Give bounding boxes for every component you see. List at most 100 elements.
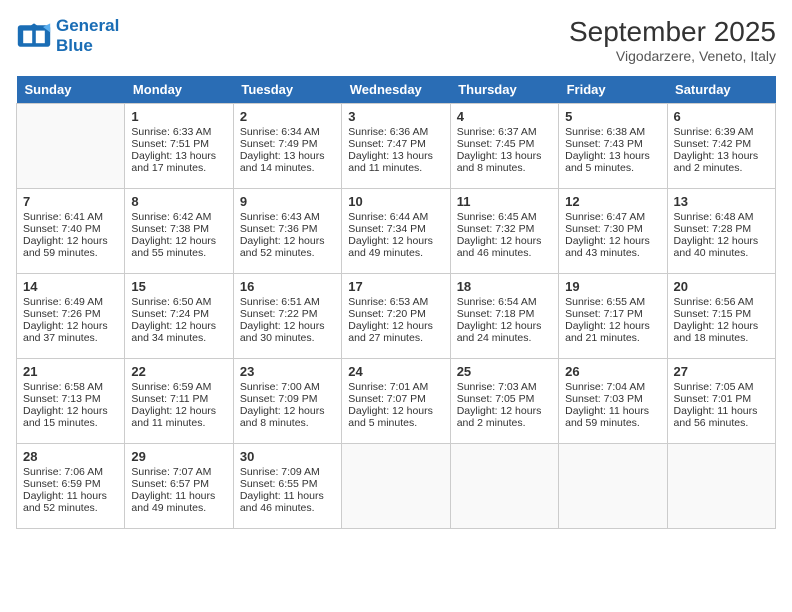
calendar-cell: 11Sunrise: 6:45 AMSunset: 7:32 PMDayligh… (450, 189, 558, 274)
day-info: and 2 minutes. (674, 162, 769, 174)
calendar-cell: 13Sunrise: 6:48 AMSunset: 7:28 PMDayligh… (667, 189, 775, 274)
day-number: 9 (240, 194, 335, 209)
week-row-4: 21Sunrise: 6:58 AMSunset: 7:13 PMDayligh… (17, 359, 776, 444)
calendar-cell: 5Sunrise: 6:38 AMSunset: 7:43 PMDaylight… (559, 104, 667, 189)
day-number: 4 (457, 109, 552, 124)
day-info: Sunrise: 6:41 AM (23, 211, 118, 223)
day-info: and 11 minutes. (131, 417, 226, 429)
day-info: Daylight: 12 hours (348, 235, 443, 247)
day-info: Sunset: 7:36 PM (240, 223, 335, 235)
week-row-3: 14Sunrise: 6:49 AMSunset: 7:26 PMDayligh… (17, 274, 776, 359)
calendar-cell: 4Sunrise: 6:37 AMSunset: 7:45 PMDaylight… (450, 104, 558, 189)
day-info: Sunrise: 6:56 AM (674, 296, 769, 308)
header-day-tuesday: Tuesday (233, 76, 341, 104)
day-number: 29 (131, 449, 226, 464)
week-row-5: 28Sunrise: 7:06 AMSunset: 6:59 PMDayligh… (17, 444, 776, 529)
day-info: and 11 minutes. (348, 162, 443, 174)
day-number: 7 (23, 194, 118, 209)
day-info: Sunset: 7:49 PM (240, 138, 335, 150)
day-info: Sunset: 6:55 PM (240, 478, 335, 490)
calendar-cell: 29Sunrise: 7:07 AMSunset: 6:57 PMDayligh… (125, 444, 233, 529)
day-info: Sunset: 7:51 PM (131, 138, 226, 150)
location-subtitle: Vigodarzere, Veneto, Italy (569, 48, 776, 64)
calendar-header: SundayMondayTuesdayWednesdayThursdayFrid… (17, 76, 776, 104)
day-info: and 30 minutes. (240, 332, 335, 344)
day-info: Daylight: 12 hours (457, 405, 552, 417)
day-info: Daylight: 12 hours (240, 320, 335, 332)
day-number: 3 (348, 109, 443, 124)
day-info: Daylight: 13 hours (457, 150, 552, 162)
day-number: 26 (565, 364, 660, 379)
day-info: Sunrise: 6:45 AM (457, 211, 552, 223)
day-info: Daylight: 12 hours (348, 320, 443, 332)
calendar-cell: 16Sunrise: 6:51 AMSunset: 7:22 PMDayligh… (233, 274, 341, 359)
day-info: and 34 minutes. (131, 332, 226, 344)
day-info: and 56 minutes. (674, 417, 769, 429)
calendar-cell (559, 444, 667, 529)
day-info: Sunset: 7:42 PM (674, 138, 769, 150)
day-info: Sunset: 7:30 PM (565, 223, 660, 235)
day-number: 15 (131, 279, 226, 294)
calendar-cell: 9 Sunrise: 6:43 AMSunset: 7:36 PMDaylight… (233, 189, 341, 274)
day-number: 24 (348, 364, 443, 379)
header-row: SundayMondayTuesdayWednesdayThursdayFrid… (17, 76, 776, 104)
day-info: and 49 minutes. (348, 247, 443, 259)
day-number: 2 (240, 109, 335, 124)
day-info: Daylight: 12 hours (240, 235, 335, 247)
day-info: and 52 minutes. (240, 247, 335, 259)
header-day-saturday: Saturday (667, 76, 775, 104)
day-number: 16 (240, 279, 335, 294)
week-row-1: 1Sunrise: 6:33 AMSunset: 7:51 PMDaylight… (17, 104, 776, 189)
day-number: 1 (131, 109, 226, 124)
header-day-monday: Monday (125, 76, 233, 104)
day-info: Sunset: 7:03 PM (565, 393, 660, 405)
day-info: Sunset: 7:34 PM (348, 223, 443, 235)
calendar-cell: 24Sunrise: 7:01 AMSunset: 7:07 PMDayligh… (342, 359, 450, 444)
calendar-cell: 14Sunrise: 6:49 AMSunset: 7:26 PMDayligh… (17, 274, 125, 359)
day-info: and 8 minutes. (240, 417, 335, 429)
calendar-cell (342, 444, 450, 529)
day-info: Sunrise: 7:06 AM (23, 466, 118, 478)
day-info: Sunrise: 6:34 AM (240, 126, 335, 138)
day-info: Sunrise: 7:07 AM (131, 466, 226, 478)
calendar-cell: 19Sunrise: 6:55 AMSunset: 7:17 PMDayligh… (559, 274, 667, 359)
calendar-cell: 6Sunrise: 6:39 AMSunset: 7:42 PMDaylight… (667, 104, 775, 189)
calendar-table: SundayMondayTuesdayWednesdayThursdayFrid… (16, 76, 776, 529)
day-info: Sunrise: 6:42 AM (131, 211, 226, 223)
week-row-2: 7Sunrise: 6:41 AMSunset: 7:40 PMDaylight… (17, 189, 776, 274)
day-info: and 5 minutes. (348, 417, 443, 429)
day-info: Sunrise: 6:43 AM (240, 211, 335, 223)
header-day-wednesday: Wednesday (342, 76, 450, 104)
day-number: 27 (674, 364, 769, 379)
calendar-cell (17, 104, 125, 189)
day-info: Sunset: 7:26 PM (23, 308, 118, 320)
day-info: and 5 minutes. (565, 162, 660, 174)
day-info: and 14 minutes. (240, 162, 335, 174)
day-info: Sunset: 7:38 PM (131, 223, 226, 235)
day-info: Sunrise: 7:05 AM (674, 381, 769, 393)
day-info: Sunset: 7:24 PM (131, 308, 226, 320)
day-info: Sunset: 7:15 PM (674, 308, 769, 320)
day-info: Sunset: 7:13 PM (23, 393, 118, 405)
calendar-cell: 30Sunrise: 7:09 AMSunset: 6:55 PMDayligh… (233, 444, 341, 529)
day-info: Daylight: 13 hours (240, 150, 335, 162)
calendar-body: 1Sunrise: 6:33 AMSunset: 7:51 PMDaylight… (17, 104, 776, 529)
day-info: and 46 minutes. (457, 247, 552, 259)
day-number: 8 (131, 194, 226, 209)
day-info: Sunrise: 6:47 AM (565, 211, 660, 223)
day-info: Daylight: 12 hours (23, 235, 118, 247)
calendar-cell: 27Sunrise: 7:05 AMSunset: 7:01 PMDayligh… (667, 359, 775, 444)
day-info: Sunrise: 6:37 AM (457, 126, 552, 138)
day-info: Sunrise: 6:55 AM (565, 296, 660, 308)
day-info: Sunset: 7:32 PM (457, 223, 552, 235)
day-info: and 21 minutes. (565, 332, 660, 344)
day-number: 21 (23, 364, 118, 379)
day-number: 13 (674, 194, 769, 209)
calendar-cell: 1Sunrise: 6:33 AMSunset: 7:51 PMDaylight… (125, 104, 233, 189)
calendar-cell: 25Sunrise: 7:03 AMSunset: 7:05 PMDayligh… (450, 359, 558, 444)
calendar-cell: 20Sunrise: 6:56 AMSunset: 7:15 PMDayligh… (667, 274, 775, 359)
day-number: 25 (457, 364, 552, 379)
day-info: Daylight: 13 hours (674, 150, 769, 162)
day-number: 12 (565, 194, 660, 209)
day-info: Sunset: 6:57 PM (131, 478, 226, 490)
